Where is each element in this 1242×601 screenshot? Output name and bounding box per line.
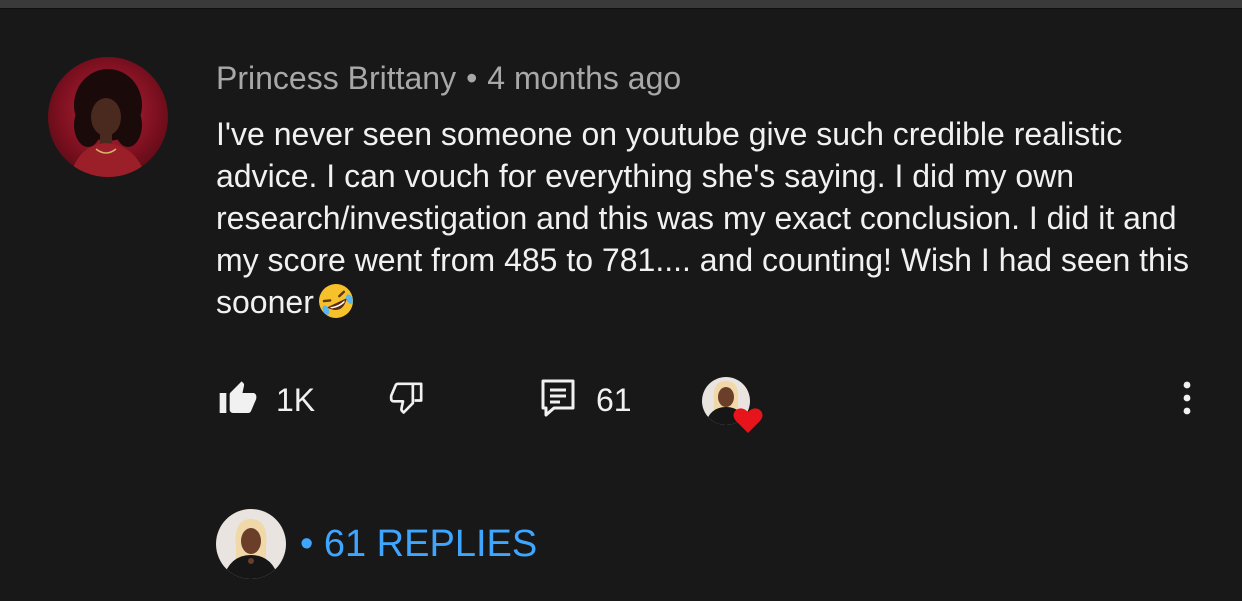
thumbs-up-icon bbox=[218, 378, 258, 423]
comment-menu-button[interactable] bbox=[1172, 370, 1202, 430]
comment-text: I've never seen someone on youtube give … bbox=[216, 116, 1189, 320]
view-replies-button[interactable]: • 61 REPLIES bbox=[216, 508, 537, 580]
creator-heart-badge bbox=[700, 375, 768, 437]
comment-action-bar: 1K 61 bbox=[0, 370, 1242, 433]
comment-icon bbox=[540, 378, 576, 423]
replies-label: • 61 REPLIES bbox=[300, 523, 538, 565]
top-divider bbox=[0, 0, 1242, 9]
more-vert-icon bbox=[1181, 378, 1193, 423]
author-name[interactable]: Princess Brittany bbox=[216, 60, 456, 96]
dislike-button[interactable] bbox=[387, 370, 427, 430]
like-count: 1K bbox=[276, 382, 316, 418]
comment-timestamp[interactable]: 4 months ago bbox=[487, 60, 681, 96]
comment-body: I've never seen someone on youtube give … bbox=[216, 113, 1206, 331]
thumbs-down-icon bbox=[387, 378, 427, 423]
reply-count: 61 bbox=[596, 382, 632, 418]
heart-icon bbox=[733, 408, 763, 433]
author-avatar[interactable] bbox=[48, 57, 168, 177]
comment-header: Princess Brittany • 4 months ago bbox=[216, 58, 681, 98]
like-button[interactable]: 1K bbox=[218, 370, 315, 430]
reply-button[interactable]: 61 bbox=[540, 370, 632, 430]
reply-author-avatar bbox=[216, 509, 286, 579]
rolling-laughing-emoji-icon bbox=[316, 281, 356, 331]
meta-separator: • bbox=[466, 60, 478, 96]
